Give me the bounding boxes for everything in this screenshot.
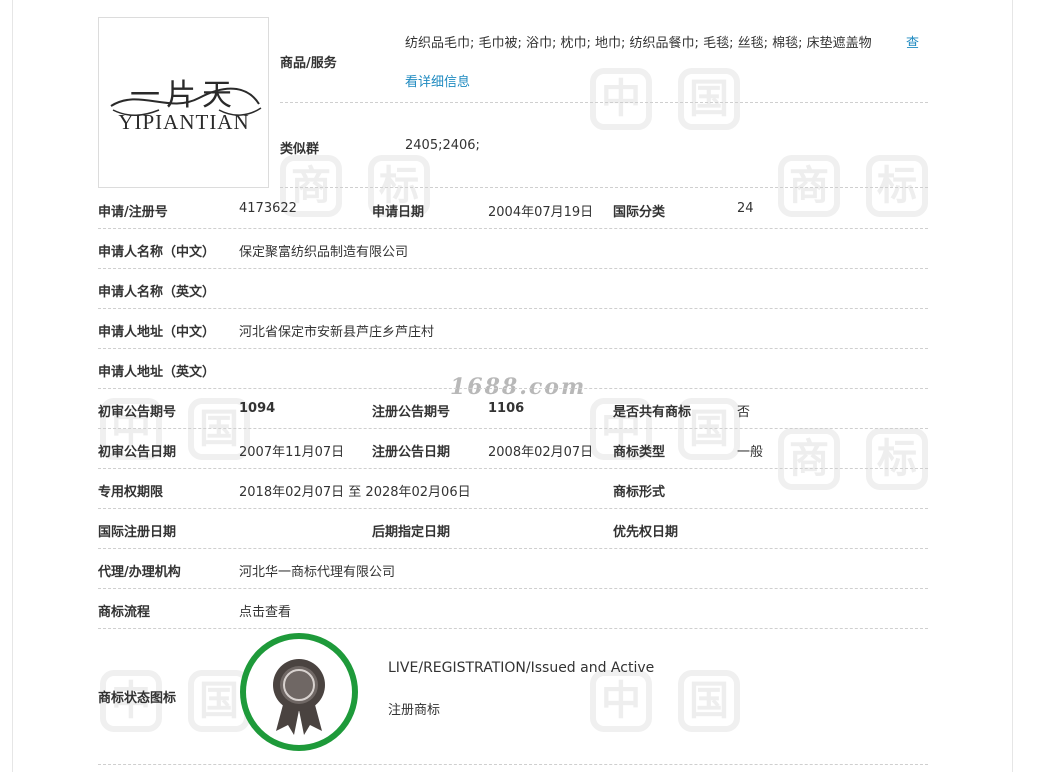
- applicant-cn-label: 申请人名称（中文）: [98, 245, 216, 260]
- divider: [98, 468, 928, 469]
- priority-date-label: 优先权日期: [613, 525, 679, 540]
- divider: [98, 388, 928, 389]
- similar-group-label: 类似群: [280, 142, 320, 157]
- registration-seal-icon: [240, 633, 358, 751]
- goods-value: 纺织品毛巾; 毛巾被; 浴巾; 枕巾; 地巾; 纺织品餐巾; 毛毯; 丝毯; 棉…: [405, 32, 925, 51]
- logo-english-text: YIPIANTIAN: [118, 110, 250, 134]
- award-ribbon-icon: [273, 659, 325, 735]
- later-date-label: 后期指定日期: [372, 525, 451, 540]
- prelim-date-value: 2007年11月07日: [239, 445, 345, 460]
- divider: [280, 187, 928, 188]
- trademark-image: 一片天 YIPIANTIAN: [98, 17, 269, 188]
- divider: [98, 548, 928, 549]
- divider: [98, 348, 928, 349]
- tm-form-label: 商标形式: [613, 485, 666, 500]
- address-cn-value: 河北省保定市安新县芦庄乡芦庄村: [239, 325, 435, 340]
- applicant-en-label: 申请人名称（英文）: [98, 285, 216, 300]
- reg-no-value: 4173622: [239, 201, 297, 216]
- view-details-link-part1[interactable]: 查: [906, 32, 919, 51]
- prelim-no-value: 1094: [239, 401, 276, 416]
- agent-label: 代理/办理机构: [98, 565, 181, 580]
- divider: [98, 308, 928, 309]
- reg-no-label: 申请/注册号: [98, 205, 168, 220]
- intl-class-value: 24: [737, 201, 754, 216]
- divider: [98, 428, 928, 429]
- site-watermark: 1688.com: [450, 374, 587, 400]
- status-english: LIVE/REGISTRATION/Issued and Active: [388, 660, 655, 676]
- shared-label: 是否共有商标: [613, 405, 692, 420]
- process-label: 商标流程: [98, 605, 151, 620]
- tm-type-value: 一般: [737, 445, 764, 460]
- address-cn-label: 申请人地址（中文）: [98, 325, 216, 340]
- address-en-label: 申请人地址（英文）: [98, 365, 216, 380]
- applicant-cn-value: 保定聚富纺织品制造有限公司: [239, 245, 409, 260]
- status-icon-label: 商标状态图标: [98, 691, 177, 706]
- logo-chinese-text: 一片天: [130, 78, 238, 113]
- reg-pub-date-value: 2008年02月07日: [488, 445, 594, 460]
- reg-pub-date-label: 注册公告日期: [372, 445, 451, 460]
- prelim-no-label: 初审公告期号: [98, 405, 177, 420]
- prelim-date-label: 初审公告日期: [98, 445, 177, 460]
- divider: [98, 508, 928, 509]
- shared-value: 否: [737, 405, 751, 420]
- divider: [98, 764, 928, 765]
- reg-pub-no-label: 注册公告期号: [372, 405, 451, 420]
- exclusive-value: 2018年02月07日 至 2028年02月06日: [239, 485, 471, 500]
- divider: [280, 102, 928, 103]
- apply-date-label: 申请日期: [372, 205, 425, 220]
- tm-type-label: 商标类型: [613, 445, 666, 460]
- divider: [98, 588, 928, 589]
- intl-reg-date-label: 国际注册日期: [98, 525, 177, 540]
- status-chinese: 注册商标: [388, 703, 441, 718]
- goods-label: 商品/服务: [280, 56, 337, 71]
- process-view-link[interactable]: 点击查看: [239, 601, 291, 620]
- divider: [98, 628, 928, 629]
- apply-date-value: 2004年07月19日: [488, 205, 594, 220]
- goods-text: 纺织品毛巾; 毛巾被; 浴巾; 枕巾; 地巾; 纺织品餐巾; 毛毯; 丝毯; 棉…: [405, 36, 872, 51]
- divider: [98, 268, 928, 269]
- intl-class-label: 国际分类: [613, 205, 666, 220]
- reg-pub-no-value: 1106: [488, 401, 525, 416]
- exclusive-label: 专用权期限: [98, 485, 164, 500]
- similar-group-value: 2405;2406;: [405, 138, 480, 153]
- agent-value: 河北华一商标代理有限公司: [239, 565, 396, 580]
- divider: [98, 228, 928, 229]
- view-details-link[interactable]: 看详细信息: [405, 71, 470, 90]
